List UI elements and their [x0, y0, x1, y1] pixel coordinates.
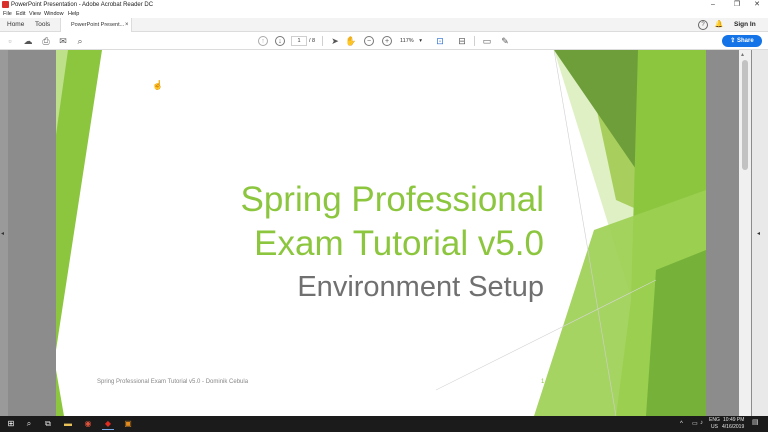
highlight-pen-icon[interactable]: ✎ [499, 35, 511, 47]
task-view-icon[interactable]: ⧉ [42, 418, 54, 430]
menu-view[interactable]: View [29, 10, 41, 18]
close-tab-icon[interactable]: × [125, 18, 129, 32]
volume-icon[interactable]: ♪ [700, 419, 703, 427]
help-icon[interactable]: ? [698, 20, 708, 30]
page-total: / 8 [309, 38, 316, 44]
share-icon: ⇪ [730, 38, 736, 44]
zoom-in-icon[interactable]: + [382, 36, 392, 46]
tray-chevron-icon[interactable]: ^ [680, 420, 683, 428]
window-title: PowerPoint Presentation - Adobe Acrobat … [11, 2, 154, 8]
file-explorer-icon[interactable]: ▬ [62, 418, 74, 430]
maximize-button[interactable]: ❐ [726, 0, 748, 10]
windows-taskbar: ⊞ ⌕ ⧉ ▬ ◉ ◆ ▣ ^ ▭ ♪ ENG US 10:49 PM 4/16… [0, 416, 768, 432]
share-button[interactable]: ⇪ Share [722, 35, 762, 47]
search-icon[interactable]: ⌕ [74, 35, 86, 47]
print-icon[interactable]: ⎙ [40, 35, 52, 47]
expand-left-icon: ◂ [1, 231, 5, 237]
bell-icon[interactable]: 🔔 [714, 20, 724, 30]
left-green-triangle [56, 50, 102, 350]
left-bottom-sliver [56, 370, 64, 416]
menu-window[interactable]: Window [44, 10, 64, 18]
slide-title-line1: Spring Professional [240, 180, 545, 219]
title-bar: PowerPoint Presentation - Adobe Acrobat … [0, 0, 768, 10]
expand-right-icon: ◂ [757, 231, 761, 237]
menu-edit[interactable]: Edit [16, 10, 25, 18]
right-panel-toggle[interactable]: ◂ [752, 50, 768, 416]
tab-document[interactable]: PowerPoint Present... × [60, 18, 132, 32]
scroll-up-icon[interactable]: ▴ [741, 51, 744, 58]
zoom-value: 117% [400, 38, 414, 44]
scrollbar-thumb[interactable] [742, 60, 748, 170]
minimize-button[interactable]: – [702, 0, 724, 10]
fit-page-icon[interactable]: ⊡ [434, 35, 446, 47]
save-icon[interactable]: ▫ [4, 35, 16, 47]
hand-tool-icon[interactable]: ✋ [345, 35, 357, 47]
language-region: US [711, 424, 718, 430]
email-icon[interactable]: ✉ [57, 35, 69, 47]
page-number-input[interactable]: 1 [291, 36, 307, 46]
zoom-out-icon[interactable]: − [364, 36, 374, 46]
upload-cloud-icon[interactable]: ☁ [22, 35, 34, 47]
document-tab-label: PowerPoint Present... [71, 22, 125, 28]
comment-icon[interactable]: ▭ [481, 35, 493, 47]
chrome-icon[interactable]: ◉ [82, 418, 94, 430]
slide-title-line2: Exam Tutorial v5.0 [254, 224, 544, 263]
clock-date: 4/16/2019 [722, 424, 745, 430]
app-taskbar-icon[interactable]: ▣ [122, 418, 134, 430]
scrolling-mode-icon[interactable]: ⊟ [456, 35, 468, 47]
separator [322, 36, 323, 46]
share-label: Share [737, 38, 754, 44]
toolbar: ▫ ☁ ⎙ ✉ ⌕ ↑ ↓ 1 / 8 ➤ ✋ − + 117% ▾ ⊡ ⊟ ▭… [0, 32, 768, 50]
acrobat-app-icon [2, 1, 9, 8]
sign-in-link[interactable]: Sign In [734, 18, 756, 32]
zoom-select[interactable]: 117% ▾ [400, 36, 428, 46]
search-icon[interactable]: ⌕ [23, 418, 35, 430]
select-cursor-icon[interactable]: ➤ [329, 35, 341, 47]
vertical-scrollbar[interactable]: ▴ [739, 50, 751, 416]
chevron-down-icon: ▾ [419, 38, 422, 44]
menu-bar: File Edit View Window Help [0, 10, 768, 18]
separator [474, 36, 475, 46]
tab-tools[interactable]: Tools [35, 18, 50, 32]
tab-bar: Home Tools PowerPoint Present... × ? 🔔 S… [0, 18, 768, 32]
windows-start-icon[interactable]: ⊞ [5, 418, 17, 430]
left-panel-toggle[interactable]: ◂ [0, 50, 8, 416]
acrobat-taskbar-icon[interactable]: ◆ [102, 418, 114, 430]
previous-page-icon[interactable]: ↑ [258, 36, 268, 46]
close-window-button[interactable]: ✕ [746, 0, 768, 10]
slide-page-number: 1 [541, 379, 545, 385]
network-icon[interactable]: ▭ [692, 420, 698, 428]
menu-help[interactable]: Help [68, 10, 79, 18]
slide-subtitle: Environment Setup [297, 271, 544, 303]
slide-page: Spring Professional Exam Tutorial v5.0 E… [56, 50, 706, 416]
menu-file[interactable]: File [3, 10, 12, 18]
tab-home[interactable]: Home [7, 18, 24, 32]
hand-cursor-icon: ☝ [152, 80, 164, 90]
notification-icon[interactable]: ▤ [752, 419, 759, 427]
next-page-icon[interactable]: ↓ [275, 36, 285, 46]
slide-footer: Spring Professional Exam Tutorial v5.0 -… [97, 379, 249, 385]
